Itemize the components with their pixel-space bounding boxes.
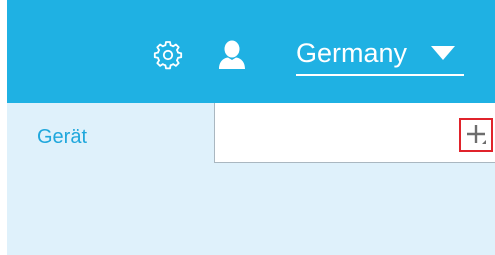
page: Germany Gerät: [0, 0, 495, 255]
country-underline: [296, 74, 464, 76]
sub-header: Gerät: [7, 103, 495, 255]
gear-icon[interactable]: [153, 40, 183, 70]
top-bar: Germany: [7, 0, 495, 103]
plus-icon: [467, 125, 486, 144]
device-field[interactable]: [214, 103, 495, 163]
add-button[interactable]: [459, 118, 493, 152]
caret-down-icon: [431, 46, 455, 60]
tab-geraet[interactable]: Gerät: [37, 125, 87, 149]
user-icon[interactable]: [218, 40, 246, 69]
country-label: Germany: [296, 38, 408, 68]
